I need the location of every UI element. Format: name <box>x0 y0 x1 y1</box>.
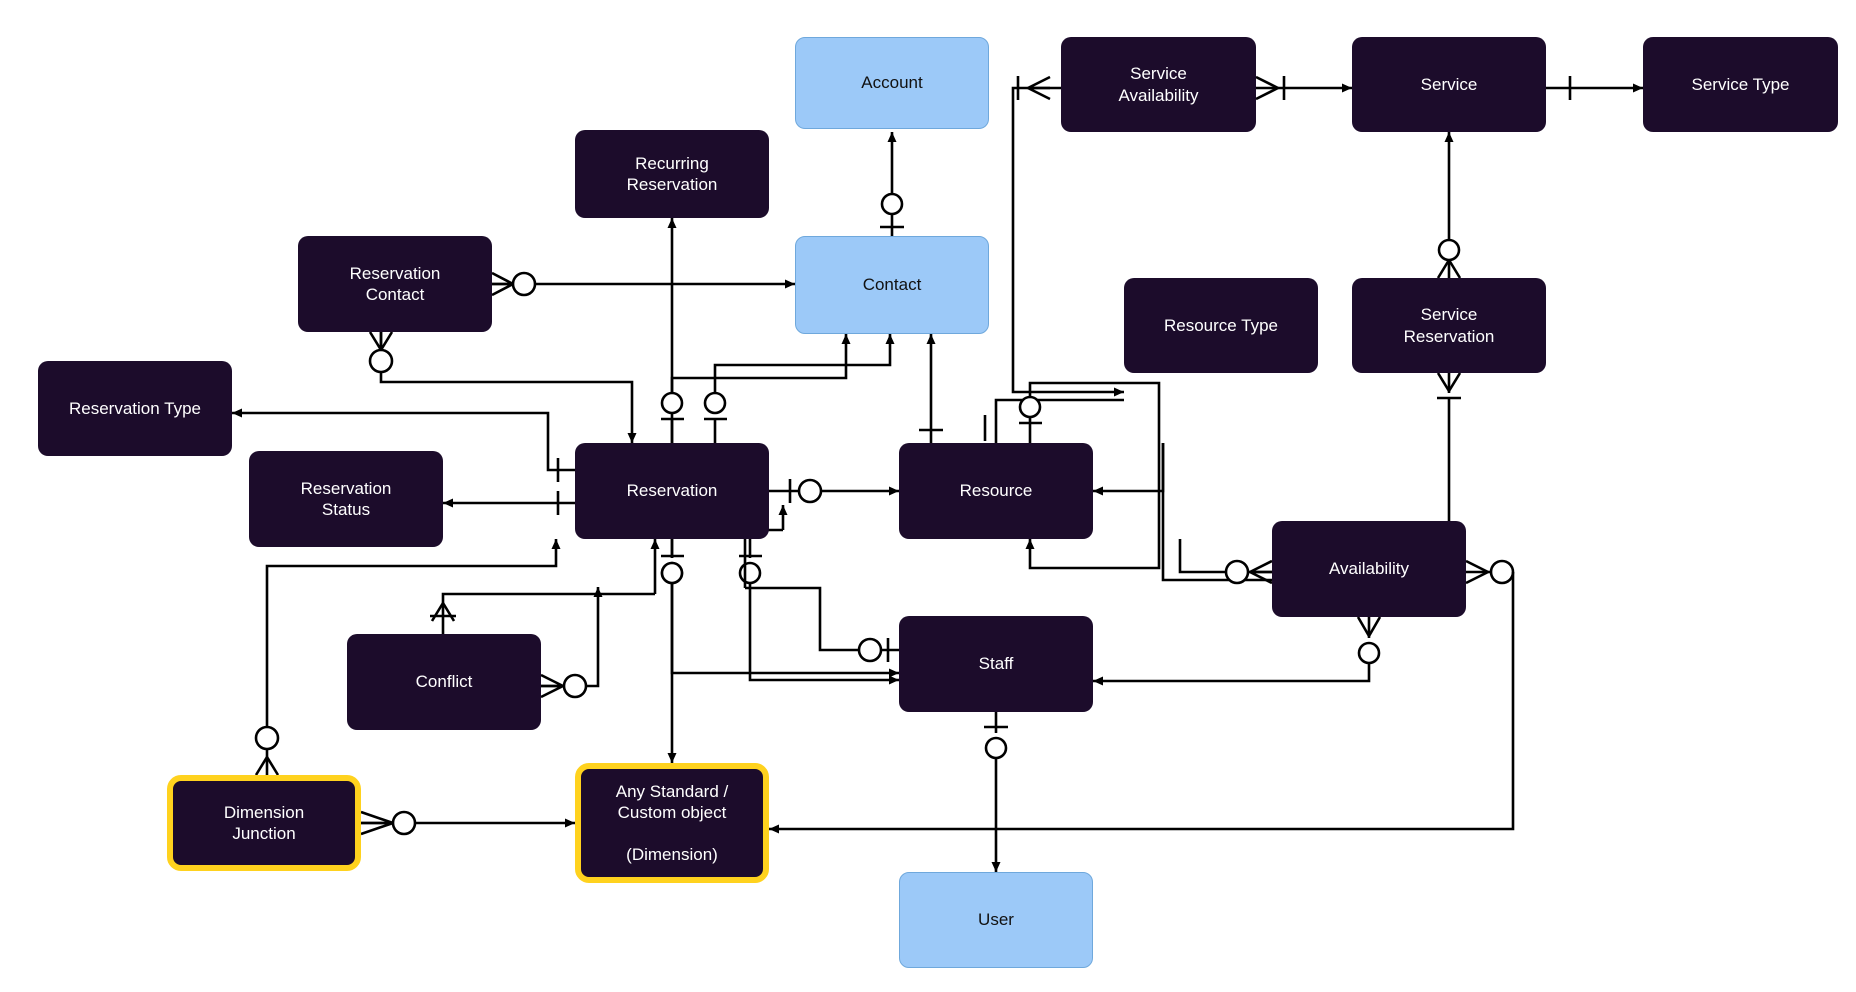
entity-label: User <box>978 910 1014 930</box>
entity-label: Service Availability <box>1118 64 1199 105</box>
entity-label: Reservation <box>626 481 718 501</box>
entity-conflict[interactable]: Conflict <box>347 634 541 730</box>
entity-service[interactable]: Service <box>1352 37 1546 132</box>
edge-resource-resourcetype <box>994 398 1124 443</box>
entity-label: Availability <box>1328 559 1409 579</box>
entity-label: Service Reservation <box>1403 305 1495 346</box>
entity-label: Service Type <box>1691 74 1790 94</box>
entity-label: Conflict <box>415 672 473 692</box>
entity-contact[interactable]: Contact <box>795 236 989 334</box>
entity-reservation-type[interactable]: Reservation Type <box>38 361 232 456</box>
entity-staff[interactable]: Staff <box>899 616 1093 712</box>
entity-label: Reservation Contact <box>349 263 441 304</box>
entity-label: Resource <box>959 481 1033 501</box>
erd-canvas: Account Service Availability Service Ser… <box>0 0 1856 992</box>
entity-label: Reservation Type <box>69 398 201 418</box>
entity-reservation[interactable]: Reservation <box>575 443 769 539</box>
entity-recurring-reservation[interactable]: Recurring Reservation <box>575 130 769 218</box>
entity-any-standard-custom-object[interactable]: Any Standard / Custom object (Dimension) <box>575 763 769 883</box>
entity-label: Contact <box>862 275 922 295</box>
entity-account[interactable]: Account <box>795 37 989 129</box>
entity-label: Resource Type <box>1163 315 1279 335</box>
entity-resource[interactable]: Resource <box>899 443 1093 539</box>
edge-svcavail-account-resourcetype <box>1011 86 1124 397</box>
edge-rescontact-reservation <box>379 332 637 443</box>
entity-availability[interactable]: Availability <box>1272 521 1466 617</box>
entity-resource-type[interactable]: Resource Type <box>1124 278 1318 373</box>
entity-label: Recurring Reservation <box>626 153 718 194</box>
edge-conflict-top <box>441 592 655 634</box>
entity-service-reservation[interactable]: Service Reservation <box>1352 278 1546 373</box>
entity-label: Account <box>861 73 923 93</box>
entity-label: Service <box>1420 74 1478 94</box>
entity-reservation-status[interactable]: Reservation Status <box>249 451 443 547</box>
entity-dimension-junction[interactable]: Dimension Junction <box>167 775 361 871</box>
entity-label: Any Standard / Custom object (Dimension) <box>615 781 729 865</box>
entity-reservation-contact[interactable]: Reservation Contact <box>298 236 492 332</box>
entity-user[interactable]: User <box>899 872 1093 968</box>
entity-label: Staff <box>978 654 1014 674</box>
entity-label: Reservation Status <box>300 478 392 519</box>
entity-service-type[interactable]: Service Type <box>1643 37 1838 132</box>
edge-conflict-reservation <box>541 587 603 688</box>
entity-label: Dimension Junction <box>223 802 305 843</box>
entity-service-availability[interactable]: Service Availability <box>1061 37 1256 132</box>
